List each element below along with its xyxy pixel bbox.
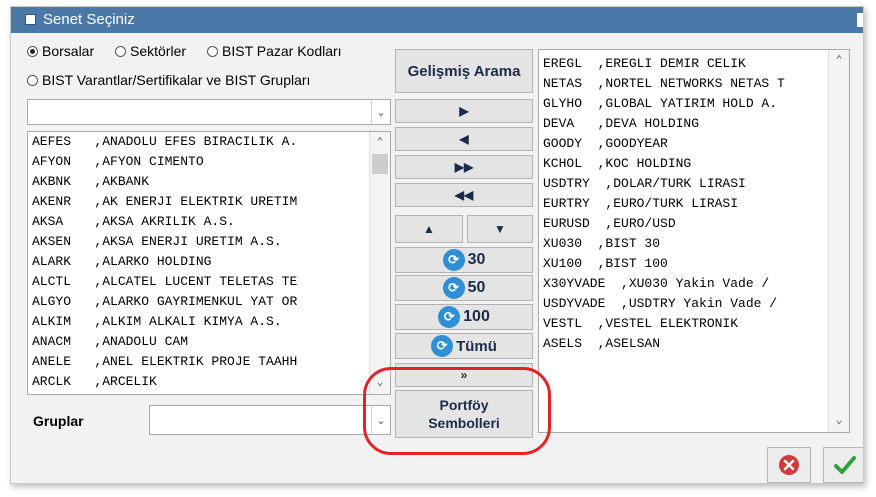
- symbol-list-item[interactable]: ALCTL ,ALCATEL LUCENT TELETAS TE: [28, 272, 390, 292]
- cancel-icon: [779, 455, 799, 475]
- tumu-label: Tümü: [456, 337, 497, 355]
- window-icon[interactable]: [25, 14, 36, 25]
- symbol-list-item[interactable]: ANACM ,ANADOLU CAM: [28, 332, 390, 352]
- checkmark-icon: [834, 456, 856, 474]
- scroll-up-icon[interactable]: ⌃: [829, 52, 849, 70]
- gruplar-label: Gruplar: [33, 413, 84, 429]
- available-symbols-list[interactable]: AEFES ,ANADOLU EFES BIRACILIK A. AFYON ,A…: [27, 131, 391, 395]
- index-icon: ⟳: [438, 306, 461, 328]
- radio-label: Sektörler: [130, 43, 187, 59]
- selected-symbols-list[interactable]: EREGL ,EREGLI DEMIR CELIK NETAS ,NORTEL N…: [538, 49, 850, 433]
- right-list-scrollbar[interactable]: ⌃ ⌄: [828, 50, 849, 432]
- highlight-annotation: [363, 367, 551, 455]
- selected-symbol-item[interactable]: DEVA ,DEVA HOLDING: [539, 114, 849, 134]
- symbol-list-item[interactable]: AKSA ,AKSA AKRILIK A.S.: [28, 212, 390, 232]
- advanced-search-button[interactable]: Gelişmiş Arama: [395, 49, 533, 93]
- radio-bist-pazar[interactable]: BIST Pazar Kodları: [207, 43, 342, 59]
- radio-dot-icon: [27, 74, 38, 86]
- radio-dot-icon: [27, 45, 38, 57]
- symbol-list-item[interactable]: ALGYO ,ALARKO GAYRIMENKUL YAT OR: [28, 292, 390, 312]
- add-all-button[interactable]: ▶▶: [395, 155, 533, 179]
- title-bar: Senet Seçiniz: [11, 7, 863, 33]
- symbol-list-item[interactable]: ALARK ,ALARKO HOLDING: [28, 252, 390, 272]
- tumu-button[interactable]: ⟳ Tümü: [395, 333, 533, 359]
- add-one-button[interactable]: ▶: [395, 99, 533, 123]
- index-icon: ⟳: [442, 249, 465, 271]
- scroll-up-icon[interactable]: ⌃: [370, 134, 390, 152]
- radio-label: BIST Varantlar/Sertifikalar ve BIST Grup…: [42, 72, 311, 88]
- selected-symbol-item[interactable]: EREGL ,EREGLI DEMIR CELIK: [539, 54, 849, 74]
- radio-bist-varant[interactable]: BIST Varantlar/Sertifikalar ve BIST Grup…: [27, 72, 310, 88]
- radio-label: Borsalar: [42, 43, 95, 59]
- symbol-filter-combo[interactable]: ⌄: [27, 99, 391, 125]
- selected-symbol-item[interactable]: GLYHO ,GLOBAL YATIRIM HOLD A.: [539, 94, 849, 114]
- radio-borsalar[interactable]: Borsalar: [27, 43, 94, 59]
- symbol-list-item[interactable]: AKENR ,AK ENERJI ELEKTRIK URETIM: [28, 192, 390, 212]
- remove-one-button[interactable]: ◀: [395, 127, 533, 151]
- radio-sektorler[interactable]: Sektörler: [115, 43, 186, 59]
- window-title: Senet Seçiniz: [43, 11, 135, 28]
- selected-symbol-item[interactable]: XU030 ,BIST 30: [539, 234, 849, 254]
- ok-button[interactable]: [823, 447, 863, 483]
- selected-symbol-item[interactable]: NETAS ,NORTEL NETWORKS NETAS T: [539, 74, 849, 94]
- arrow-left-icon: ◀: [459, 132, 469, 146]
- selected-symbol-item[interactable]: USDTRY ,DOLAR/TURK LIRASI: [539, 174, 849, 194]
- selected-symbol-item[interactable]: EURTRY ,EURO/TURK LIRASI: [539, 194, 849, 214]
- index-icon: ⟳: [442, 277, 465, 299]
- symbol-list-item[interactable]: ANELE ,ANEL ELEKTRIK PROJE TAAHH: [28, 352, 390, 372]
- selected-symbol-item[interactable]: USDYVADE ,USDTRY Yakin Vade /: [539, 294, 849, 314]
- radio-label: BIST Pazar Kodları: [222, 43, 342, 59]
- symbol-list-item[interactable]: AKBNK ,AKBANK: [28, 172, 390, 192]
- selected-symbol-item[interactable]: EURUSD ,EURO/USD: [539, 214, 849, 234]
- double-arrow-left-icon: ◀◀: [454, 188, 474, 202]
- top100-button[interactable]: ⟳ 100: [395, 304, 533, 330]
- selected-symbol-item[interactable]: GOODY ,GOODYEAR: [539, 134, 849, 154]
- remove-all-button[interactable]: ◀◀: [395, 183, 533, 207]
- top30-label: 30: [467, 251, 486, 268]
- left-list-scrollbar[interactable]: ⌃ ⌄: [369, 132, 390, 394]
- top30-button[interactable]: ⟳ 30: [395, 247, 533, 273]
- move-up-button[interactable]: ▲: [395, 215, 463, 243]
- selected-symbol-item[interactable]: ASELS ,ASELSAN: [539, 334, 849, 354]
- top50-label: 50: [467, 279, 486, 296]
- top100-label: 100: [463, 308, 490, 325]
- double-arrow-right-icon: ▶▶: [454, 160, 474, 174]
- arrow-up-icon: ▲: [423, 222, 435, 236]
- selected-symbol-item[interactable]: X30YVADE ,XU030 Yakin Vade /: [539, 274, 849, 294]
- selected-symbol-item[interactable]: VESTL ,VESTEL ELEKTRONIK: [539, 314, 849, 334]
- symbol-list-item[interactable]: ARCLK ,ARCELIK: [28, 372, 390, 392]
- chevron-down-icon[interactable]: ⌄: [371, 100, 390, 124]
- top50-button[interactable]: ⟳ 50: [395, 275, 533, 301]
- index-icon: ⟳: [431, 335, 454, 357]
- cancel-button[interactable]: [767, 447, 811, 483]
- scroll-down-icon[interactable]: ⌄: [829, 412, 849, 430]
- gruplar-combo[interactable]: ⌄: [149, 405, 391, 435]
- radio-dot-icon: [115, 45, 126, 57]
- arrow-down-icon: ▼: [494, 222, 506, 236]
- symbol-list-item[interactable]: AKSEN ,AKSA ENERJI URETIM A.S.: [28, 232, 390, 252]
- arrow-right-icon: ▶: [459, 104, 469, 118]
- symbol-list-item[interactable]: AEFES ,ANADOLU EFES BIRACILIK A.: [28, 132, 390, 152]
- move-down-button[interactable]: ▼: [467, 215, 533, 243]
- selected-symbol-item[interactable]: XU100 ,BIST 100: [539, 254, 849, 274]
- scroll-thumb[interactable]: [372, 154, 388, 174]
- radio-dot-icon: [207, 45, 218, 57]
- symbol-list-item[interactable]: ALKIM ,ALKIM ALKALI KIMYA A.S.: [28, 312, 390, 332]
- title-bar-edge: [857, 13, 863, 27]
- selected-symbol-item[interactable]: KCHOL ,KOC HOLDING: [539, 154, 849, 174]
- symbol-list-item[interactable]: AFYON ,AFYON CIMENTO: [28, 152, 390, 172]
